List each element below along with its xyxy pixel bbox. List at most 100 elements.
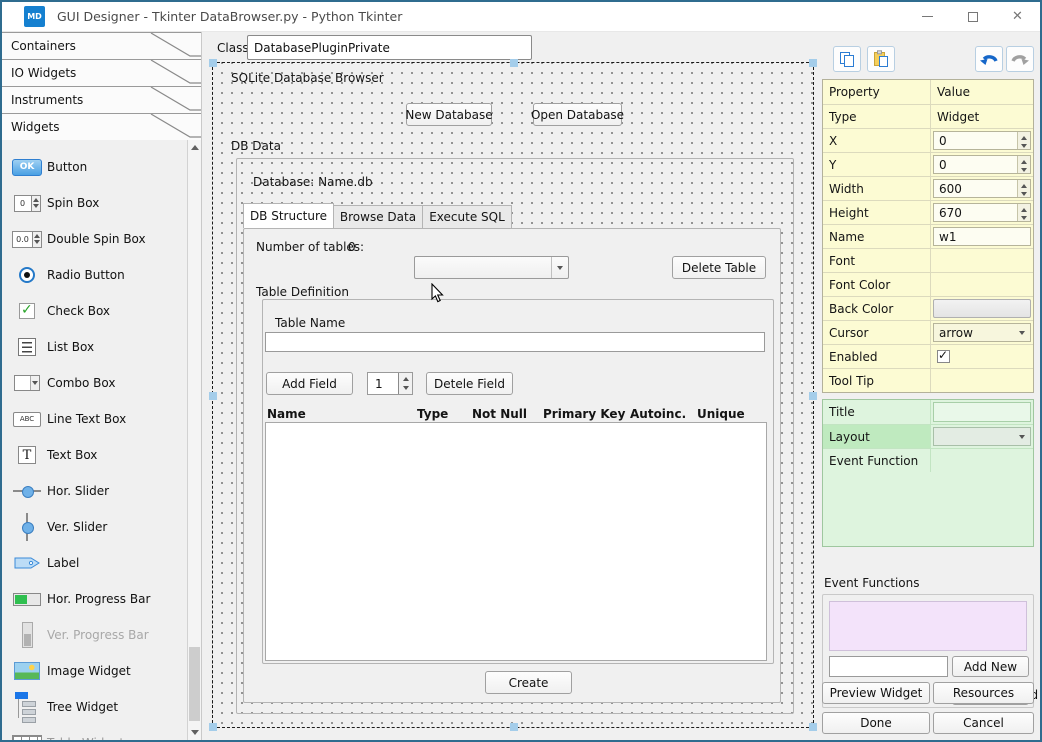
selection-handle-bottom-left[interactable] (209, 723, 217, 731)
table-name-input[interactable] (265, 332, 765, 352)
create-button[interactable]: Create (485, 671, 572, 694)
palette-item-spin-box[interactable]: 0 Spin Box (2, 185, 201, 221)
palette-item-list-box[interactable]: List Box (2, 329, 201, 365)
sidebar-section-instruments[interactable]: Instruments (2, 86, 201, 113)
radio-icon (19, 267, 35, 283)
tables-combobox[interactable] (414, 256, 569, 279)
palette-item-combo-box[interactable]: Combo Box (2, 365, 201, 401)
open-database-button[interactable]: Open Database (533, 103, 622, 126)
event-function-value-cell[interactable] (931, 449, 1033, 472)
selection-handle-bottom-right[interactable] (809, 723, 817, 731)
scroll-up-button[interactable] (188, 140, 201, 155)
property-row-back-color: Back Color (823, 296, 1033, 320)
palette-item-tree-widget[interactable]: Tree Widget (2, 689, 201, 725)
paste-button[interactable] (867, 46, 895, 72)
close-button[interactable]: ✕ (995, 2, 1040, 31)
selection-handle-top-right[interactable] (809, 59, 817, 67)
palette-item-text-box[interactable]: T Text Box (2, 437, 201, 473)
column-header-name: Name (267, 407, 306, 421)
event-functions-list[interactable] (829, 601, 1027, 651)
delete-table-button[interactable]: Delete Table (672, 256, 766, 279)
palette-item-button[interactable]: OK Button (2, 149, 201, 185)
delete-field-button[interactable]: Detele Field (426, 372, 513, 395)
palette-item-table-widget[interactable]: Table Widget (2, 725, 201, 740)
done-button[interactable]: Done (822, 712, 930, 734)
title-field[interactable] (933, 402, 1031, 422)
cursor-dropdown[interactable]: arrow (933, 323, 1031, 342)
event-functions-label: Event Functions (824, 576, 919, 590)
property-row-height: Height 670 (823, 200, 1033, 224)
palette-item-double-spin-box[interactable]: 0.0 Double Spin Box (2, 221, 201, 257)
font-value-cell[interactable] (931, 249, 1033, 272)
field-count-spinbox[interactable]: 1 (367, 372, 413, 395)
palette-item-line-text-box[interactable]: ABC Line Text Box (2, 401, 201, 437)
number-of-tables-value: 0 (348, 240, 356, 254)
palette-item-radio-button[interactable]: Radio Button (2, 257, 201, 293)
preview-widget-button[interactable]: Preview Widget (822, 682, 930, 704)
tab-db-structure[interactable]: DB Structure (243, 203, 334, 228)
tab-browse-data[interactable]: Browse Data (333, 205, 423, 228)
spin-arrows-icon[interactable] (1017, 204, 1030, 221)
new-database-button[interactable]: New Database (406, 103, 492, 126)
palette-item-label[interactable]: Label (2, 545, 201, 581)
spin-arrows-icon[interactable] (1017, 156, 1030, 173)
selection-handle-bottom-mid[interactable] (510, 723, 518, 731)
enabled-checkbox[interactable] (937, 350, 950, 363)
cancel-button[interactable]: Cancel (933, 712, 1034, 734)
scroll-up-icon (191, 145, 199, 150)
selection-handle-mid-right[interactable] (809, 392, 817, 400)
sidebar-section-io-widgets[interactable]: IO Widgets (2, 59, 201, 86)
palette-item-check-box[interactable]: Check Box (2, 293, 201, 329)
textbox-icon: T (18, 446, 36, 464)
y-spinbox[interactable]: 0 (933, 155, 1031, 174)
spin-arrows-icon[interactable] (398, 373, 412, 394)
height-spinbox[interactable]: 670 (933, 203, 1031, 222)
close-icon: ✕ (1012, 9, 1023, 24)
undo-icon (979, 51, 999, 68)
double-spinbox-icon: 0.0 (12, 231, 42, 248)
spin-arrows-icon[interactable] (1017, 132, 1030, 149)
add-new-button[interactable]: Add New (952, 656, 1029, 677)
palette-item-hor-progress-bar[interactable]: Hor. Progress Bar (2, 581, 201, 617)
back-color-button[interactable] (933, 299, 1031, 318)
sidebar-section-widgets[interactable]: Widgets (2, 113, 201, 140)
selection-handle-top-left[interactable] (209, 59, 217, 67)
design-surface[interactable]: SQLite Database Browser New Database Ope… (212, 62, 814, 728)
spin-arrows-icon[interactable] (1017, 180, 1030, 197)
column-header-autoinc: Autoinc. (630, 407, 686, 421)
table-definition-groupbox: Table Name Add Field 1 Detele Field Name… (262, 299, 774, 664)
hprogress-icon (13, 593, 41, 606)
database-name-label: Database: Name.db (253, 175, 373, 189)
maximize-button[interactable] (950, 2, 995, 31)
copy-button[interactable] (833, 46, 861, 72)
widget-list: OK Button 0 Spin Box 0.0 Double Spin Box… (2, 140, 201, 740)
palette-item-ver-slider[interactable]: Ver. Slider (2, 509, 201, 545)
layout-dropdown[interactable] (933, 427, 1031, 446)
sidebar-section-containers[interactable]: Containers (2, 32, 201, 59)
scroll-down-button[interactable] (188, 725, 201, 740)
width-spinbox[interactable]: 600 (933, 179, 1031, 198)
class-name-input[interactable] (247, 35, 532, 60)
tool-tip-value-cell[interactable] (931, 369, 1033, 392)
palette-item-hor-slider[interactable]: Hor. Slider (2, 473, 201, 509)
fields-list[interactable] (265, 422, 767, 661)
redo-button[interactable] (1006, 46, 1034, 72)
tab-execute-sql[interactable]: Execute SQL (422, 205, 512, 228)
selection-handle-top-mid[interactable] (510, 59, 518, 67)
font-color-value-cell[interactable] (931, 273, 1033, 296)
resources-button[interactable]: Resources (933, 682, 1034, 704)
palette-item-image-widget[interactable]: Image Widget (2, 653, 201, 689)
x-spinbox[interactable]: 0 (933, 131, 1031, 150)
name-field[interactable]: w1 (933, 227, 1031, 246)
app-window: MD GUI Designer - Tkinter DataBrowser.py… (0, 0, 1042, 742)
undo-button[interactable] (975, 46, 1003, 72)
column-header-not-null: Not Null (472, 407, 527, 421)
scrollbar-thumb[interactable] (189, 647, 200, 721)
minimize-button[interactable] (905, 2, 950, 31)
selection-handle-mid-left[interactable] (209, 392, 217, 400)
add-field-button[interactable]: Add Field (266, 372, 353, 395)
listbox-icon (18, 338, 36, 356)
event-function-name-input[interactable] (829, 656, 948, 677)
palette-scrollbar[interactable] (187, 140, 201, 740)
design-canvas: Class: SQLite Database Browser New Datab… (202, 32, 824, 740)
